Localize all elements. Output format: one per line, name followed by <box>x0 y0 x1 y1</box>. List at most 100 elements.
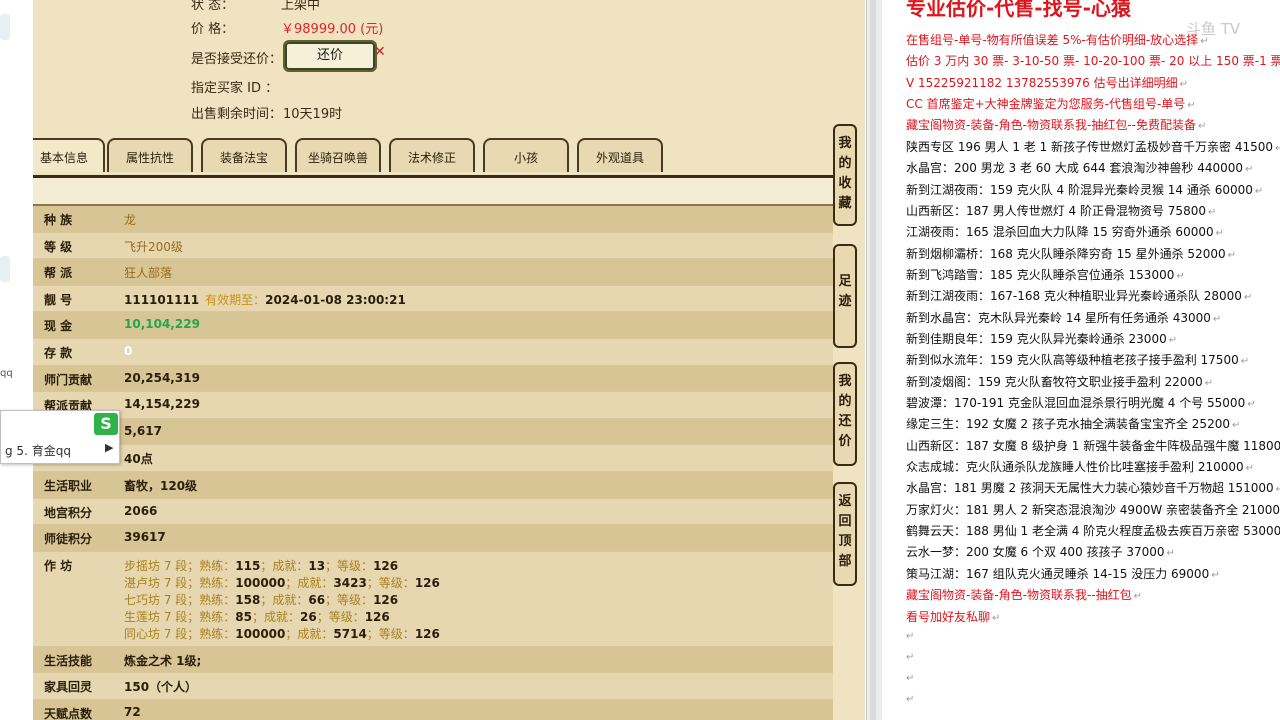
app-icon[interactable] <box>0 256 10 282</box>
ad-line-text: 新到江湖夜雨：167-168 克火种植职业异光秦岭通杀队 28000 <box>906 289 1242 304</box>
info-label: 等 级 <box>44 239 73 254</box>
buyer-row: 指定买家 ID ： <box>191 77 278 96</box>
tab-spell-mods[interactable]: 法术修正 <box>389 138 475 172</box>
info-value: 72 <box>124 704 141 719</box>
workshop-achievement: 3423 <box>333 575 367 590</box>
info-value: 炼金之术 1级; <box>124 653 202 668</box>
info-value: 畜牧，120级 <box>124 478 198 493</box>
info-row-level: 等 级 飞升200级 <box>33 232 833 260</box>
game-trade-panel: 状 态： 上架中 价 格： ￥98999.00 (元) 是否接受还价： 还价 ✕ 指… <box>33 0 865 720</box>
workshop-sep: ；成就： <box>285 626 334 641</box>
back-to-top-button[interactable]: 返回顶部 <box>833 482 857 586</box>
ad-line: 碧波潭：170-191 克金队混回血混杀景行明光魔 4 个号 55000 ↵ <box>906 394 1256 411</box>
favorites-button[interactable]: 我的收藏 <box>833 124 857 226</box>
info-value: 10,104,229 <box>124 317 200 332</box>
ad-line-text: 新到似水流年：159 克火队高等级种植老孩子接手盈利 17500 <box>906 353 1239 368</box>
info-label: 现 金 <box>44 319 73 334</box>
tab-children[interactable]: 小孩 <box>483 138 569 172</box>
workshop-level: 126 <box>373 558 399 573</box>
valid-until-label: 有效期至： <box>205 292 266 307</box>
ad-line-text: 估价 3 万内 30 票- 3-10-50 票- 10-20-100 票- 20… <box>906 54 1280 69</box>
valid-until-value: 2024-01-08 23:00:21 <box>265 292 406 307</box>
tab-appearance[interactable]: 外观道具 <box>577 138 663 172</box>
workshop-line: 同心坊 7 段；熟练：100000；成就：5714；等级：126 <box>124 625 440 642</box>
ad-line: 山西新区：187 男人传世燃灯 4 阶正骨混物资号 75800 ↵ <box>906 202 1216 219</box>
workshop-line: 步摇坊 7 段；熟练：115；成就：13；等级：126 <box>124 557 398 574</box>
workshop-achievement: 66 <box>308 592 326 607</box>
ad-line: 山西新区：187 女魔 8 级护身 1 新强牛装备金牛阵极品强牛魔 11800↵ <box>906 437 1280 454</box>
info-row-workshop: 作 坊 步摇坊 7 段；熟练：115；成就：13；等级：126 湛卢坊 7 段；… <box>33 551 833 647</box>
my-bargains-button[interactable]: 我的还价 <box>833 362 857 466</box>
workshop-name: 步摇坊 7 段；熟练： <box>124 558 236 573</box>
info-row-deposit: 存 款 0 <box>33 338 833 366</box>
line-break-mark: ↵ <box>1207 206 1217 218</box>
ad-line-text: 江湖夜雨：165 混杀回血大力队降 15 穷奇外通杀 60000 <box>906 225 1214 240</box>
footprint-button[interactable]: 足迹 <box>833 244 857 348</box>
workshop-proficiency: 115 <box>235 558 261 573</box>
tab-attributes[interactable]: 属性抗性 <box>107 138 193 172</box>
info-row-sect-contribution: 师门贡献 20,254,319 <box>33 365 833 393</box>
workshop-sep: ；成就： <box>251 609 300 624</box>
workshop-level: 126 <box>373 592 399 607</box>
ad-line: 水晶宫：200 男龙 3 老 60 大成 644 套浪淘沙神兽秒 440000 ↵ <box>906 159 1253 176</box>
workshop-name: 七巧坊 7 段；熟练： <box>124 592 236 607</box>
line-break-mark: ↵ <box>906 694 915 705</box>
ad-line-text: 新到飞鸿踏雪：185 克火队睡杀宫位通杀 153000 <box>906 267 1175 282</box>
workshop-line: 湛卢坊 7 段；熟练：100000；成就：3423；等级：126 <box>124 574 440 591</box>
info-value: 14,154,229 <box>124 397 200 412</box>
workshop-achievement: 13 <box>308 558 326 573</box>
line-break-mark: ↵ <box>1166 548 1175 560</box>
sogou-badge-icon: S <box>94 413 118 435</box>
info-value: 150（个人） <box>124 680 198 695</box>
ad-line-text: 万家灯火：181 男人 2 新突态混浪淘沙 4900W 亲密装备齐全 21000… <box>906 502 1280 517</box>
ad-line-text: 新到江湖夜雨：159 克火队 4 阶混异光秦岭灵猴 14 通杀 60000 <box>906 182 1253 197</box>
price-value: ￥98999.00 (元) <box>281 22 384 37</box>
price-row: 价 格： ￥98999.00 (元) <box>191 18 383 37</box>
line-break-mark: ↵ <box>906 673 915 684</box>
info-row-life-profession: 生活职业 畜牧，120级 <box>33 471 833 499</box>
tab-equipment[interactable]: 装备法宝 <box>201 138 287 172</box>
ad-line-text: 新到凌烟阁：159 克火队畜牧符文职业接手盈利 22000 <box>906 374 1203 389</box>
ad-line: 看号加好友私聊 ↵ <box>906 608 1000 625</box>
ad-line: 鹤舞云天：188 男仙 1 老全满 4 阶克火程度孟极去疾百万亲密 53000↵ <box>906 522 1280 539</box>
app-icon[interactable] <box>0 14 10 40</box>
workshop-proficiency: 100000 <box>235 575 286 590</box>
next-page-icon[interactable]: ▶ <box>105 441 113 454</box>
close-icon[interactable]: ✕ <box>374 44 386 60</box>
line-break-mark: ↵ <box>906 631 915 642</box>
ad-line-text: 陕西专区 196 男人 1 老 1 新孩子传世燃灯孟极妙音千万亲密 41500 <box>906 139 1274 154</box>
bargain-button[interactable]: 还价 <box>283 40 377 72</box>
line-break-mark: ↵ <box>1179 78 1189 90</box>
ad-line-text: 山西新区：187 女魔 8 级护身 1 新强牛装备金牛阵极品强牛魔 11800 <box>906 438 1280 453</box>
ime-candidate-text[interactable]: g 5. 育金qq <box>5 442 71 459</box>
status-row: 状 态： 上架中 <box>191 0 320 13</box>
workshop-line: 七巧坊 7 段；熟练：158；成就：66；等级：126 <box>124 591 398 608</box>
workshop-name: 同心坊 7 段；熟练： <box>124 626 236 641</box>
ad-line: 新到水晶宫：克木队异光秦岭 14 星所有任务通杀 43000 ↵ <box>906 309 1221 326</box>
workshop-proficiency: 100000 <box>235 626 286 641</box>
info-row-life-skill: 生活技能 炼金之术 1级; <box>33 646 833 674</box>
qq-fragment-text: qq <box>0 368 13 379</box>
window-divider[interactable] <box>866 0 883 720</box>
ad-line: 水晶宫：181 男魔 2 孩洞天无属性大力装心猿妙音千万物超 151000 ↵ <box>906 479 1280 496</box>
info-label: 靓 号 <box>44 292 73 307</box>
tab-basic-info[interactable]: 基本信息 <box>33 138 105 172</box>
remaining-value: 10天19时 <box>283 107 343 122</box>
ime-popup[interactable]: S g 5. 育金qq ▶ <box>0 410 120 464</box>
bargain-row: 是否接受还价： <box>191 48 282 67</box>
ad-line-text: 新到水晶宫：克木队异光秦岭 14 星所有任务通杀 43000 <box>906 310 1211 325</box>
ad-line: V 15225921182 13782553976 估号出详细明细 ↵ <box>906 74 1188 91</box>
ad-line: 新到烟柳灞桥：168 克火队睡杀降穷奇 15 星外通杀 52000 ↵ <box>906 245 1236 262</box>
info-value: 龙 <box>124 213 137 227</box>
status-label: 状 态： <box>191 0 235 13</box>
tab-mounts-summons[interactable]: 坐骑召唤兽 <box>295 138 381 172</box>
info-value: 2066 <box>124 503 158 518</box>
ad-line: 万家灯火：181 男人 2 新突态混浪淘沙 4900W 亲密装备齐全 21000… <box>906 501 1280 518</box>
ad-line-text: 碧波潭：170-191 克金队混回血混杀景行明光魔 4 个号 55000 <box>906 396 1246 410</box>
info-row-furniture: 家具回灵 150（个人） <box>33 673 833 700</box>
line-break-mark: ↵ <box>1240 356 1250 368</box>
ad-line-text: V 15225921182 13782553976 估号出详细明细 <box>906 75 1178 90</box>
background-window-strip: qq <box>0 0 34 720</box>
info-value: 111101111 <box>124 292 200 307</box>
info-row-guild: 帮 派 狂人部落 <box>33 259 833 286</box>
